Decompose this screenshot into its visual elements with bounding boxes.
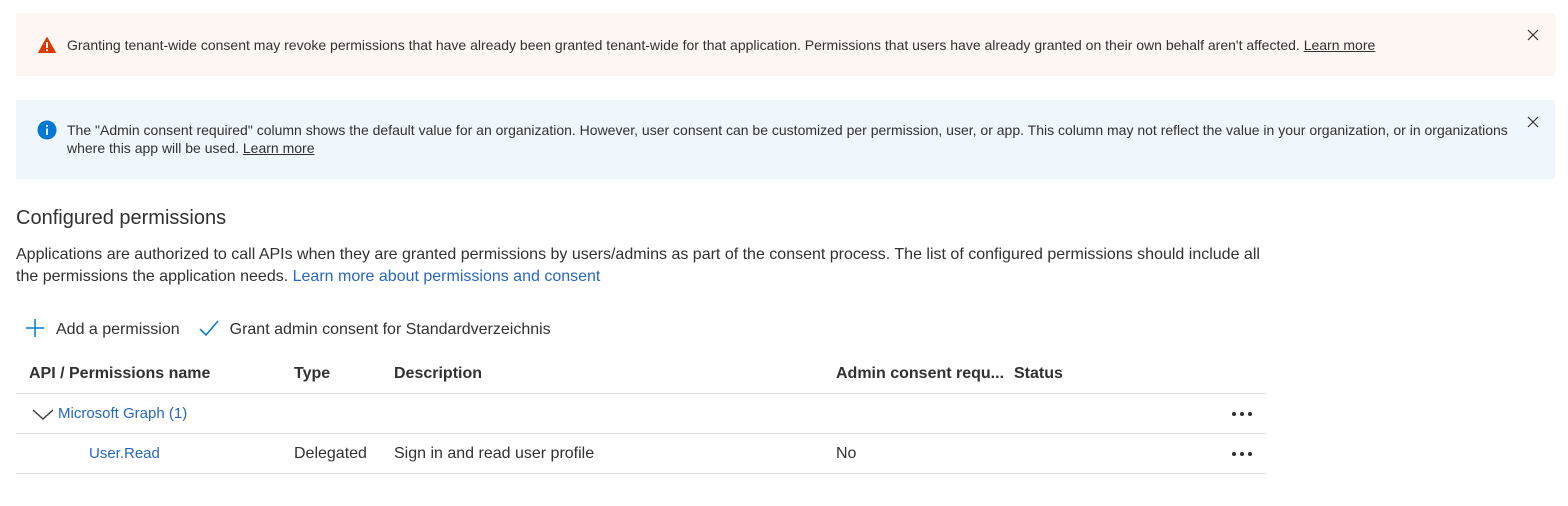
more-options-icon[interactable] [1230, 404, 1254, 424]
add-permission-button[interactable]: Add a permission [24, 317, 180, 344]
section-description: Applications are authorized to call APIs… [16, 244, 1266, 288]
info-banner-text: The "Admin consent required" column show… [67, 121, 1522, 157]
column-header-status[interactable]: Status [1014, 365, 1063, 383]
permission-name-link[interactable]: User.Read [89, 445, 160, 462]
toolbar: Add a permission Grant admin consent for… [24, 316, 569, 344]
permissions-table: API / Permissions name Type Description … [16, 354, 1266, 474]
info-learn-more-link[interactable]: Learn more [243, 140, 315, 156]
warning-banner: Granting tenant-wide consent may revoke … [16, 13, 1555, 76]
add-permission-label: Add a permission [56, 321, 180, 338]
column-header-admin-consent[interactable]: Admin consent requ... [836, 365, 1004, 383]
warning-banner-text: Granting tenant-wide consent may revoke … [67, 36, 1522, 54]
permissions-learn-more-link[interactable]: Learn more about permissions and consent [293, 268, 601, 285]
column-header-description[interactable]: Description [394, 365, 482, 383]
close-icon[interactable] [1525, 27, 1541, 43]
group-label: Microsoft Graph (1) [32, 402, 187, 426]
permission-type: Delegated [294, 444, 367, 462]
chevron-down-icon[interactable] [32, 402, 58, 426]
table-header: API / Permissions name Type Description … [16, 354, 1266, 394]
info-icon [37, 120, 57, 140]
section-title: Configured permissions [16, 207, 227, 229]
checkmark-icon [198, 317, 230, 344]
warning-learn-more-link[interactable]: Learn more [1304, 37, 1376, 53]
warning-icon [37, 35, 57, 55]
microsoft-graph-link[interactable]: Microsoft Graph (1) [58, 405, 187, 422]
close-icon[interactable] [1525, 114, 1541, 130]
plus-icon [24, 317, 56, 344]
permission-description: Sign in and read user profile [394, 444, 595, 462]
column-header-name[interactable]: API / Permissions name [29, 365, 210, 383]
grant-admin-consent-button[interactable]: Grant admin consent for Standardverzeich… [198, 317, 551, 344]
info-banner: The "Admin consent required" column show… [16, 100, 1555, 179]
warning-message: Granting tenant-wide consent may revoke … [67, 37, 1300, 53]
group-row: Microsoft Graph (1) [16, 394, 1266, 434]
grant-admin-consent-label: Grant admin consent for Standardverzeich… [229, 321, 551, 338]
more-options-icon[interactable] [1230, 444, 1254, 464]
table-row: User.Read Delegated Sign in and read use… [16, 434, 1266, 474]
column-header-type[interactable]: Type [294, 365, 330, 383]
admin-consent-value: No [836, 444, 857, 462]
section-description-text: Applications are authorized to call APIs… [16, 246, 1260, 285]
